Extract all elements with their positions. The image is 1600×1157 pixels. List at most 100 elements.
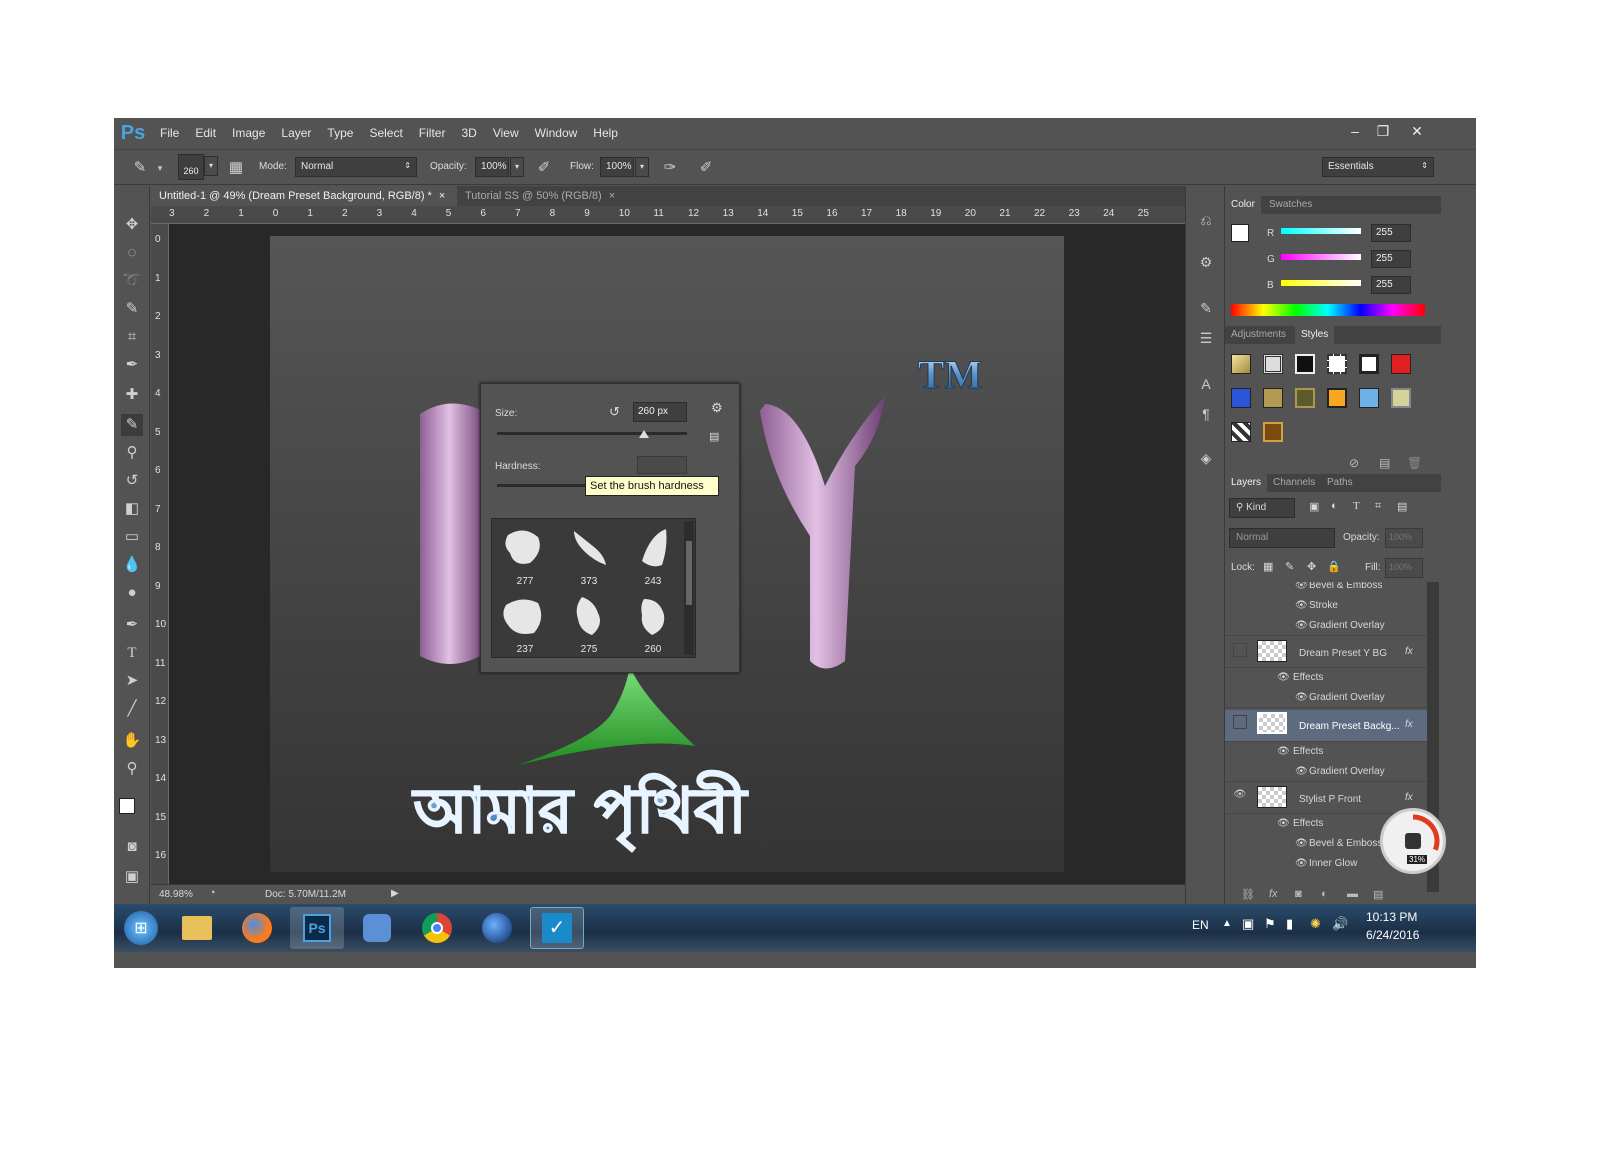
add-mask-icon[interactable]: ◙ xyxy=(1295,888,1302,900)
visibility-icon[interactable]: 👁 xyxy=(1295,620,1308,631)
tab-channels[interactable]: Channels xyxy=(1267,474,1321,492)
tab-color[interactable]: Color xyxy=(1225,196,1261,214)
blur-tool-icon[interactable]: 💧 xyxy=(121,554,143,576)
flow-dropdown[interactable]: ▾ xyxy=(635,157,649,177)
style-swatch[interactable] xyxy=(1231,354,1251,374)
tab-tutorial-ss[interactable]: Tutorial SS @ 50% (RGB/8) × xyxy=(457,186,623,206)
foreground-color-swatch[interactable] xyxy=(119,798,135,814)
tab-untitled-1[interactable]: Untitled-1 @ 49% (Dream Preset Backgroun… xyxy=(151,186,457,206)
style-swatch[interactable] xyxy=(1327,388,1347,408)
fx-badge[interactable]: fx xyxy=(1405,792,1413,803)
style-swatch[interactable] xyxy=(1295,388,1315,408)
fill-field[interactable]: 100% xyxy=(1385,558,1423,578)
effect-row[interactable]: 👁 Stroke xyxy=(1225,596,1427,616)
filter-kind-select[interactable]: ⚲ Kind xyxy=(1229,498,1295,518)
menu-layer[interactable]: Layer xyxy=(273,126,319,140)
layer-name[interactable]: Dream Preset Y BG xyxy=(1299,648,1387,659)
size-input[interactable]: 260 px xyxy=(633,402,687,422)
lock-transparent-icon[interactable]: ▦ xyxy=(1263,560,1273,573)
new-adjustment-icon[interactable]: ◐ xyxy=(1321,888,1328,900)
volume-icon[interactable]: 🔊 xyxy=(1332,916,1348,932)
show-hidden-icons[interactable]: ▲ xyxy=(1222,918,1232,929)
visibility-icon[interactable]: 👁 xyxy=(1295,600,1308,611)
new-group-icon[interactable]: ▬ xyxy=(1347,888,1358,900)
layer-name[interactable]: Stylist P Front xyxy=(1299,794,1361,805)
globe-button[interactable] xyxy=(470,907,524,949)
tab-swatches[interactable]: Swatches xyxy=(1263,196,1318,214)
effects-row[interactable]: 👁 Effects xyxy=(1225,742,1427,762)
zoom-tool-icon[interactable]: ⚲ xyxy=(121,758,143,780)
add-style-icon[interactable]: fx xyxy=(1269,888,1278,900)
explorer-button[interactable] xyxy=(170,907,224,949)
screen-mode-icon[interactable]: ▣ xyxy=(121,866,143,888)
fx-badge[interactable]: fx xyxy=(1405,646,1413,657)
fx-badge[interactable]: fx xyxy=(1405,719,1413,730)
brush-preset-item[interactable]: 275 xyxy=(558,589,620,657)
opacity-field[interactable]: 100% xyxy=(475,157,509,177)
brush-panel-icon[interactable]: ✎ xyxy=(1196,298,1216,318)
tab-styles[interactable]: Styles xyxy=(1295,326,1335,344)
smart-object-filter-icon[interactable]: ▤ xyxy=(1397,500,1407,513)
reset-size-icon[interactable]: ↺ xyxy=(609,404,620,420)
photoshop-button[interactable]: Ps xyxy=(290,907,344,949)
tab-paths[interactable]: Paths xyxy=(1321,474,1359,492)
opacity-dropdown[interactable]: ▾ xyxy=(510,157,524,177)
gear-icon[interactable]: ⚙ xyxy=(711,400,723,416)
type-tool-icon[interactable]: T xyxy=(121,642,143,664)
style-swatch[interactable] xyxy=(1263,422,1283,442)
flow-field[interactable]: 100% xyxy=(600,157,634,177)
tab-layers[interactable]: Layers xyxy=(1225,474,1268,492)
link-layers-icon[interactable]: ⛓ xyxy=(1241,888,1255,901)
pressure-size-icon[interactable]: ✐ xyxy=(696,158,716,178)
marquee-tool-icon[interactable]: ◌ xyxy=(121,242,143,264)
effect-row[interactable]: 👁 Gradient Overlay xyxy=(1225,762,1427,782)
character-icon[interactable]: A xyxy=(1196,374,1216,394)
dodge-tool-icon[interactable]: ● xyxy=(121,582,143,604)
brush-picker-dropdown[interactable]: ▾ xyxy=(204,156,218,176)
shape-filter-icon[interactable]: ⌗ xyxy=(1375,500,1381,513)
menu-help[interactable]: Help xyxy=(585,126,626,140)
gradient-tool-icon[interactable]: ▭ xyxy=(121,526,143,548)
network-icon[interactable]: ✺ xyxy=(1310,916,1321,932)
foreground-color-chip[interactable] xyxy=(1231,224,1249,242)
active-app-button[interactable]: ✓ xyxy=(530,907,584,949)
line-tool-icon[interactable]: ╱ xyxy=(121,698,143,720)
action-center-flag-icon[interactable]: ⚑ xyxy=(1264,916,1276,932)
chrome-button[interactable] xyxy=(410,907,464,949)
healing-brush-tool-icon[interactable]: ✚ xyxy=(121,384,143,406)
visibility-icon[interactable]: 👁 xyxy=(1295,838,1308,849)
style-swatch[interactable] xyxy=(1263,388,1283,408)
properties-icon[interactable]: ⚙ xyxy=(1196,252,1216,272)
effects-row[interactable]: 👁 Effects xyxy=(1225,668,1427,688)
color-spectrum-bar[interactable] xyxy=(1231,304,1425,316)
menu-select[interactable]: Select xyxy=(361,126,410,140)
app-button[interactable] xyxy=(350,907,404,949)
quick-select-tool-icon[interactable]: ✎ xyxy=(121,298,143,320)
style-swatch[interactable] xyxy=(1391,388,1411,408)
stamp-tool-icon[interactable]: ⚲ xyxy=(121,442,143,464)
visibility-toggle[interactable] xyxy=(1233,715,1247,729)
size-slider-thumb[interactable] xyxy=(639,430,649,438)
menu-file[interactable]: File xyxy=(152,126,187,140)
visibility-icon[interactable]: 👁 xyxy=(1233,789,1247,803)
g-slider[interactable] xyxy=(1281,254,1361,260)
style-swatch[interactable] xyxy=(1359,388,1379,408)
menu-type[interactable]: Type xyxy=(319,126,361,140)
hand-tool-icon[interactable]: ✋ xyxy=(121,730,143,752)
tab-adjustments[interactable]: Adjustments xyxy=(1225,326,1292,344)
style-swatch[interactable] xyxy=(1263,354,1283,374)
close-tab-icon[interactable]: × xyxy=(439,190,445,202)
layer-row-selected[interactable]: Dream Preset Backg... fx xyxy=(1225,710,1427,742)
lock-all-icon[interactable]: 🔒 xyxy=(1327,560,1341,573)
close-tab-icon[interactable]: × xyxy=(609,190,615,202)
visibility-toggle[interactable] xyxy=(1233,643,1247,657)
hardness-input[interactable] xyxy=(637,456,687,474)
visibility-icon[interactable]: 👁 xyxy=(1277,746,1290,757)
layer-name[interactable]: Dream Preset Backg... xyxy=(1299,721,1400,732)
type-filter-icon[interactable]: T xyxy=(1353,500,1360,512)
path-select-tool-icon[interactable]: ➤ xyxy=(121,670,143,692)
visibility-icon[interactable]: 👁 xyxy=(1277,672,1290,683)
chevron-down-icon[interactable]: ▾ xyxy=(150,158,170,178)
zoom-level[interactable]: 48.98% xyxy=(159,889,193,900)
performance-gauge[interactable]: 31% xyxy=(1380,808,1446,874)
